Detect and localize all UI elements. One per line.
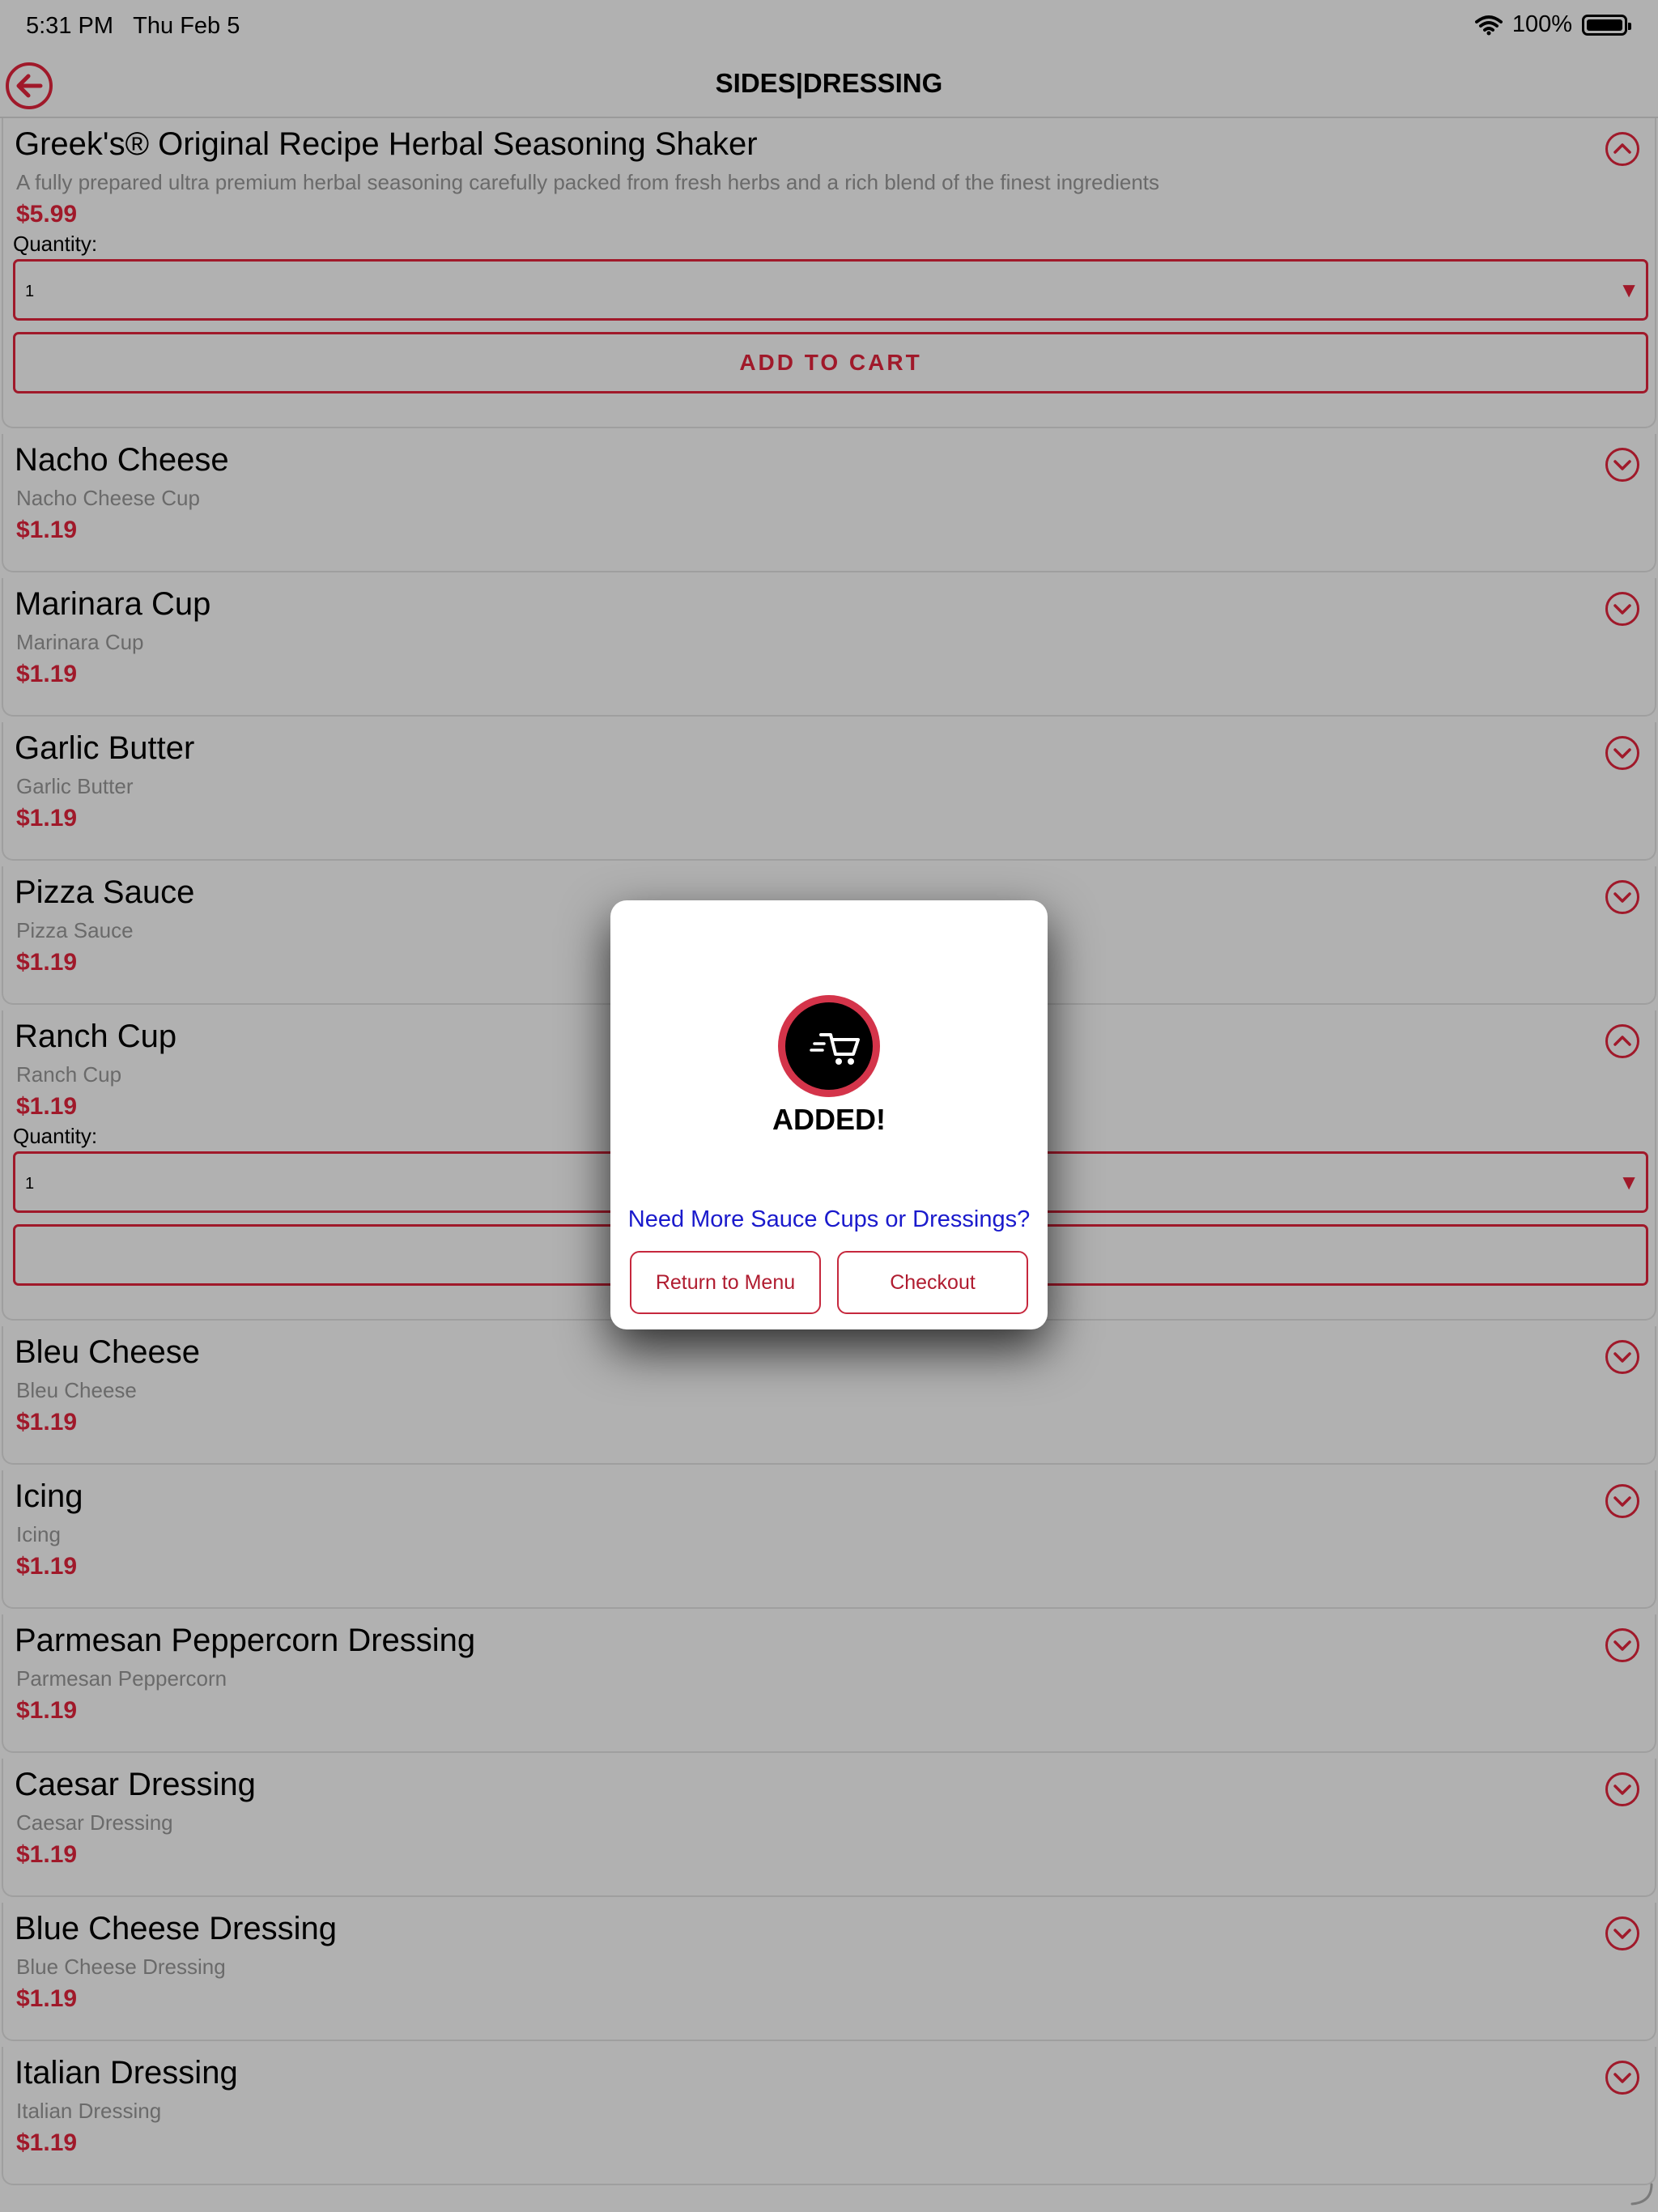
product-description: Caesar Dressing xyxy=(16,1810,173,1835)
more-sauces-link[interactable]: Need More Sauce Cups or Dressings? xyxy=(610,1206,1048,1233)
product-card[interactable]: Greek's® Original Recipe Herbal Seasonin… xyxy=(2,118,1656,428)
product-price: $5.99 xyxy=(16,201,78,228)
chevron-down-icon[interactable] xyxy=(1605,447,1640,483)
battery-icon xyxy=(1582,14,1631,36)
nav-bar: SIDES|DRESSING xyxy=(0,53,1658,118)
product-price: $1.19 xyxy=(16,2129,78,2156)
dropdown-arrow-icon: ▼ xyxy=(1618,1170,1639,1194)
chevron-down-icon[interactable] xyxy=(1605,1627,1640,1663)
chevron-down-icon[interactable] xyxy=(1605,879,1640,915)
product-description: Pizza Sauce xyxy=(16,918,134,942)
chevron-down-icon[interactable] xyxy=(1605,1772,1640,1807)
product-price: $1.19 xyxy=(16,949,78,976)
quantity-label: Quantity: xyxy=(13,1124,98,1148)
product-card[interactable]: Marinara Cup Marinara Cup $1.19 xyxy=(2,578,1656,717)
chevron-up-icon[interactable] xyxy=(1605,1023,1640,1059)
chevron-down-icon[interactable] xyxy=(1605,1339,1640,1375)
product-name: Pizza Sauce xyxy=(15,874,195,910)
status-bar: 5:31 PM Thu Feb 5 100% xyxy=(0,0,1658,53)
product-card[interactable]: Blue Cheese Dressing Blue Cheese Dressing… xyxy=(2,1903,1656,2041)
product-price: $1.19 xyxy=(16,1697,78,1724)
quantity-select[interactable]: 1 ▼ xyxy=(13,259,1648,321)
chevron-up-icon[interactable] xyxy=(1605,131,1640,167)
product-description: A fully prepared ultra premium herbal se… xyxy=(16,170,1159,194)
product-name: Marinara Cup xyxy=(15,586,211,622)
product-card[interactable]: Garlic Butter Garlic Butter $1.19 xyxy=(2,722,1656,861)
product-price: $1.19 xyxy=(16,1093,78,1120)
chevron-down-icon[interactable] xyxy=(1605,1483,1640,1519)
battery-percent: 100% xyxy=(1511,11,1572,37)
return-to-menu-button[interactable]: Return to Menu xyxy=(630,1251,821,1314)
product-card[interactable]: Icing Icing $1.19 xyxy=(2,1470,1656,1609)
quantity-label: Quantity: xyxy=(13,232,98,256)
product-card[interactable]: Italian Dressing Italian Dressing $1.19 xyxy=(2,2047,1656,2185)
resize-grip-icon xyxy=(1630,2183,1653,2206)
product-description: Nacho Cheese Cup xyxy=(16,486,200,510)
product-price: $1.19 xyxy=(16,1553,78,1580)
product-name: Parmesan Peppercorn Dressing xyxy=(15,1623,476,1658)
product-description: Garlic Butter xyxy=(16,774,134,798)
product-name: Bleu Cheese xyxy=(15,1334,201,1370)
product-price: $1.19 xyxy=(16,661,78,687)
wifi-icon xyxy=(1474,15,1503,35)
product-card[interactable]: Nacho Cheese Nacho Cheese Cup $1.19 xyxy=(2,434,1656,572)
quantity-value: 1 xyxy=(25,1175,35,1193)
product-name: Italian Dressing xyxy=(15,2055,238,2091)
product-description: Parmesan Peppercorn xyxy=(16,1666,227,1691)
product-name: Blue Cheese Dressing xyxy=(15,1911,337,1946)
status-time: 5:31 PM Thu Feb 5 xyxy=(26,13,240,39)
product-description: Blue Cheese Dressing xyxy=(16,1955,226,1979)
product-card[interactable]: Parmesan Peppercorn Dressing Parmesan Pep… xyxy=(2,1614,1656,1753)
dropdown-arrow-icon: ▼ xyxy=(1618,278,1639,302)
product-description: Ranch Cup xyxy=(16,1062,122,1087)
product-description: Marinara Cup xyxy=(16,630,144,654)
product-description: Bleu Cheese xyxy=(16,1378,137,1402)
product-card[interactable]: Bleu Cheese Bleu Cheese $1.19 xyxy=(2,1326,1656,1465)
product-price: $1.19 xyxy=(16,805,78,832)
product-name: Garlic Butter xyxy=(15,730,195,766)
product-price: $1.19 xyxy=(16,1985,78,2012)
chevron-down-icon[interactable] xyxy=(1605,2060,1640,2095)
quantity-value: 1 xyxy=(25,283,35,300)
cart-icon xyxy=(778,995,880,1097)
page-title: SIDES|DRESSING xyxy=(715,68,943,98)
checkout-button[interactable]: Checkout xyxy=(837,1251,1028,1314)
add-to-cart-button[interactable]: ADD TO CART xyxy=(13,332,1648,393)
added-label: ADDED! xyxy=(772,1103,886,1136)
product-description: Icing xyxy=(16,1522,61,1546)
chevron-down-icon[interactable] xyxy=(1605,1916,1640,1951)
status-right: 100% xyxy=(1474,11,1631,38)
product-name: Greek's® Original Recipe Herbal Seasonin… xyxy=(15,126,758,162)
product-price: $1.19 xyxy=(16,1841,78,1868)
product-price: $1.19 xyxy=(16,517,78,543)
product-name: Icing xyxy=(15,1478,83,1514)
chevron-down-icon[interactable] xyxy=(1605,735,1640,771)
chevron-down-icon[interactable] xyxy=(1605,591,1640,627)
product-name: Nacho Cheese xyxy=(15,442,229,478)
product-name: Caesar Dressing xyxy=(15,1767,256,1802)
product-card[interactable]: Caesar Dressing Caesar Dressing $1.19 xyxy=(2,1759,1656,1897)
product-description: Italian Dressing xyxy=(16,2099,162,2123)
product-name: Ranch Cup xyxy=(15,1019,177,1054)
added-to-cart-dialog: ADDED! Need More Sauce Cups or Dressings… xyxy=(610,900,1048,1329)
product-price: $1.19 xyxy=(16,1409,78,1436)
